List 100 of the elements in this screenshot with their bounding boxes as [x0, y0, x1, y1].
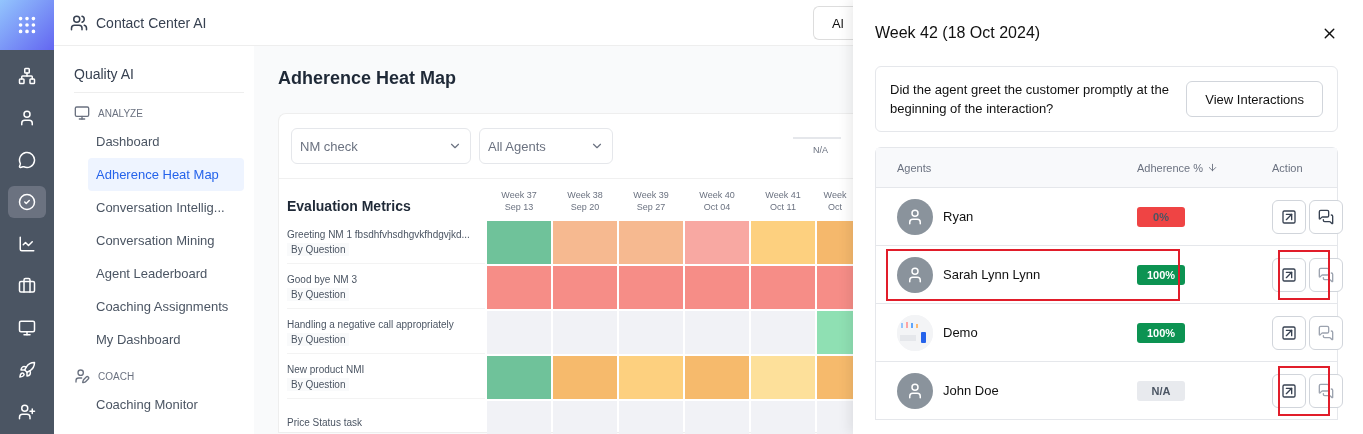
monitor-icon — [74, 105, 90, 121]
metric-tag: By Question — [287, 377, 350, 391]
question-text: Did the agent greet the customer promptly at the beginning of the interaction? — [890, 81, 1170, 118]
chat-button[interactable] — [1309, 373, 1343, 408]
heatmap-cell[interactable] — [685, 221, 749, 264]
chat-icon — [1318, 266, 1334, 283]
heatmap-cell[interactable] — [553, 221, 617, 264]
sidebar-item[interactable]: Coaching Assignments — [88, 290, 244, 323]
adherence-badge: 0% — [1137, 206, 1185, 227]
sidebar-item[interactable]: Conversation Intellig... — [88, 191, 244, 224]
heatmap-cell[interactable] — [817, 311, 853, 354]
adherence-badge: N/A — [1137, 380, 1185, 401]
heatmap-cell[interactable] — [817, 221, 853, 264]
metric-tag: By Question — [287, 242, 350, 256]
sort-arrow-icon — [1207, 162, 1219, 173]
heatmap-cell[interactable] — [619, 221, 683, 264]
app-title: Contact Center AI — [96, 14, 207, 31]
sidebar-item[interactable]: My Dashboard — [88, 323, 244, 356]
heatmap-cell[interactable] — [553, 356, 617, 399]
heatmap-cell[interactable] — [817, 356, 853, 399]
avatar-icon — [897, 372, 933, 409]
chat-button[interactable] — [1309, 199, 1343, 234]
adherence-badge: 100% — [1137, 322, 1185, 343]
avatar-icon — [897, 256, 933, 293]
metric-label: Good bye NM 3 — [287, 273, 359, 285]
week-header: Week Oct — [822, 189, 848, 214]
week-header: Week 38 Sep 20 — [566, 189, 604, 214]
user-pen-icon — [74, 368, 90, 384]
heatmap-cell[interactable] — [751, 266, 815, 309]
metric-label: Price Status task — [287, 416, 364, 428]
heatmap-cell[interactable] — [619, 266, 683, 309]
heatmap-cell[interactable] — [487, 356, 551, 399]
chat-button[interactable] — [1309, 257, 1343, 292]
sidebar-title: Quality AI — [74, 56, 244, 93]
adherence-badge: 100% — [1137, 264, 1185, 285]
rocket-icon — [18, 361, 36, 379]
heatmap-cell[interactable] — [619, 356, 683, 399]
heatmap-cell[interactable] — [685, 266, 749, 309]
agent-name: John Doe — [943, 383, 999, 398]
users-icon — [70, 13, 88, 32]
metric-label: Greeting NM 1 fbsdhfvhsdhgvkfhdgvjkd... — [287, 228, 471, 240]
app-launcher-tile[interactable] — [0, 0, 54, 50]
metric-tag: By Question — [287, 332, 350, 346]
view-interactions-button[interactable]: View Interactions — [1186, 81, 1323, 117]
chat-icon — [1318, 324, 1334, 341]
section-heading: COACH — [98, 370, 135, 382]
open-link-icon — [1281, 382, 1297, 399]
column-header: Action — [1272, 161, 1304, 174]
drawer-title: Week 42 (18 Oct 2024) — [875, 24, 1041, 42]
rail-button[interactable] — [8, 186, 46, 218]
open-link-button[interactable] — [1272, 257, 1306, 292]
heatmap-cell[interactable] — [685, 356, 749, 399]
week-header: Week 40 Oct 04 — [698, 189, 736, 214]
chat-icon — [1318, 382, 1334, 399]
week-header: Week 41 Oct 11 — [764, 189, 802, 214]
legend-label: N/A — [793, 137, 841, 155]
heatmap-cell[interactable] — [751, 221, 815, 264]
week-header: Week 37 Sep 13 — [500, 189, 538, 214]
sidebar-item[interactable]: Adherence Heat Map — [88, 158, 244, 191]
chart-icon — [18, 235, 36, 253]
open-link-button[interactable] — [1272, 315, 1306, 350]
metric-label: Handling a negative call appropriately — [287, 318, 455, 330]
heatmap-cell[interactable] — [487, 266, 551, 309]
sidebar-item[interactable]: Coaching Monitor — [88, 388, 244, 421]
heatmap-cell[interactable] — [817, 401, 853, 434]
sidebar-item[interactable]: Dashboard — [88, 125, 244, 158]
open-link-button[interactable] — [1272, 199, 1306, 234]
section-heading: ANALYZE — [98, 107, 143, 119]
column-header[interactable]: Adherence % — [1137, 161, 1272, 174]
page-title: Adherence Heat Map — [278, 68, 458, 89]
grid-icon — [16, 14, 38, 36]
user-plus-icon — [18, 403, 36, 421]
heatmap-cell[interactable] — [553, 266, 617, 309]
heatmap-cell[interactable] — [751, 356, 815, 399]
open-link-icon — [1281, 266, 1297, 283]
filter-dropdown[interactable]: NM check — [291, 128, 471, 164]
open-link-button[interactable] — [1272, 373, 1306, 408]
sidebar-item[interactable]: Agent Leaderboard — [88, 257, 244, 290]
chat-icon — [1318, 208, 1334, 225]
heatmap-heading: Evaluation Metrics — [287, 197, 412, 214]
avatar-icon — [897, 198, 933, 235]
chat-icon — [18, 151, 36, 169]
column-header: Agents — [897, 161, 933, 174]
week-header: Week 39 Sep 27 — [632, 189, 670, 214]
check-icon — [18, 193, 36, 211]
metric-tag: By Question — [287, 287, 350, 301]
sitemap-icon — [18, 67, 36, 85]
filter-dropdown[interactable]: All Agents — [479, 128, 613, 164]
heatmap-cell[interactable] — [817, 266, 853, 309]
open-link-icon — [1281, 208, 1297, 225]
agent-name: Demo — [943, 325, 978, 340]
sidebar-item[interactable]: Conversation Mining — [88, 224, 244, 257]
agent-name: Sarah Lynn Lynn — [943, 267, 1041, 282]
metric-label: New product NMI — [287, 363, 366, 375]
monitor-icon — [18, 319, 36, 337]
briefcase-icon — [18, 277, 36, 295]
user-icon — [18, 109, 36, 127]
open-link-icon — [1281, 324, 1297, 341]
heatmap-cell[interactable] — [487, 221, 551, 264]
agent-name: Ryan — [943, 209, 974, 224]
